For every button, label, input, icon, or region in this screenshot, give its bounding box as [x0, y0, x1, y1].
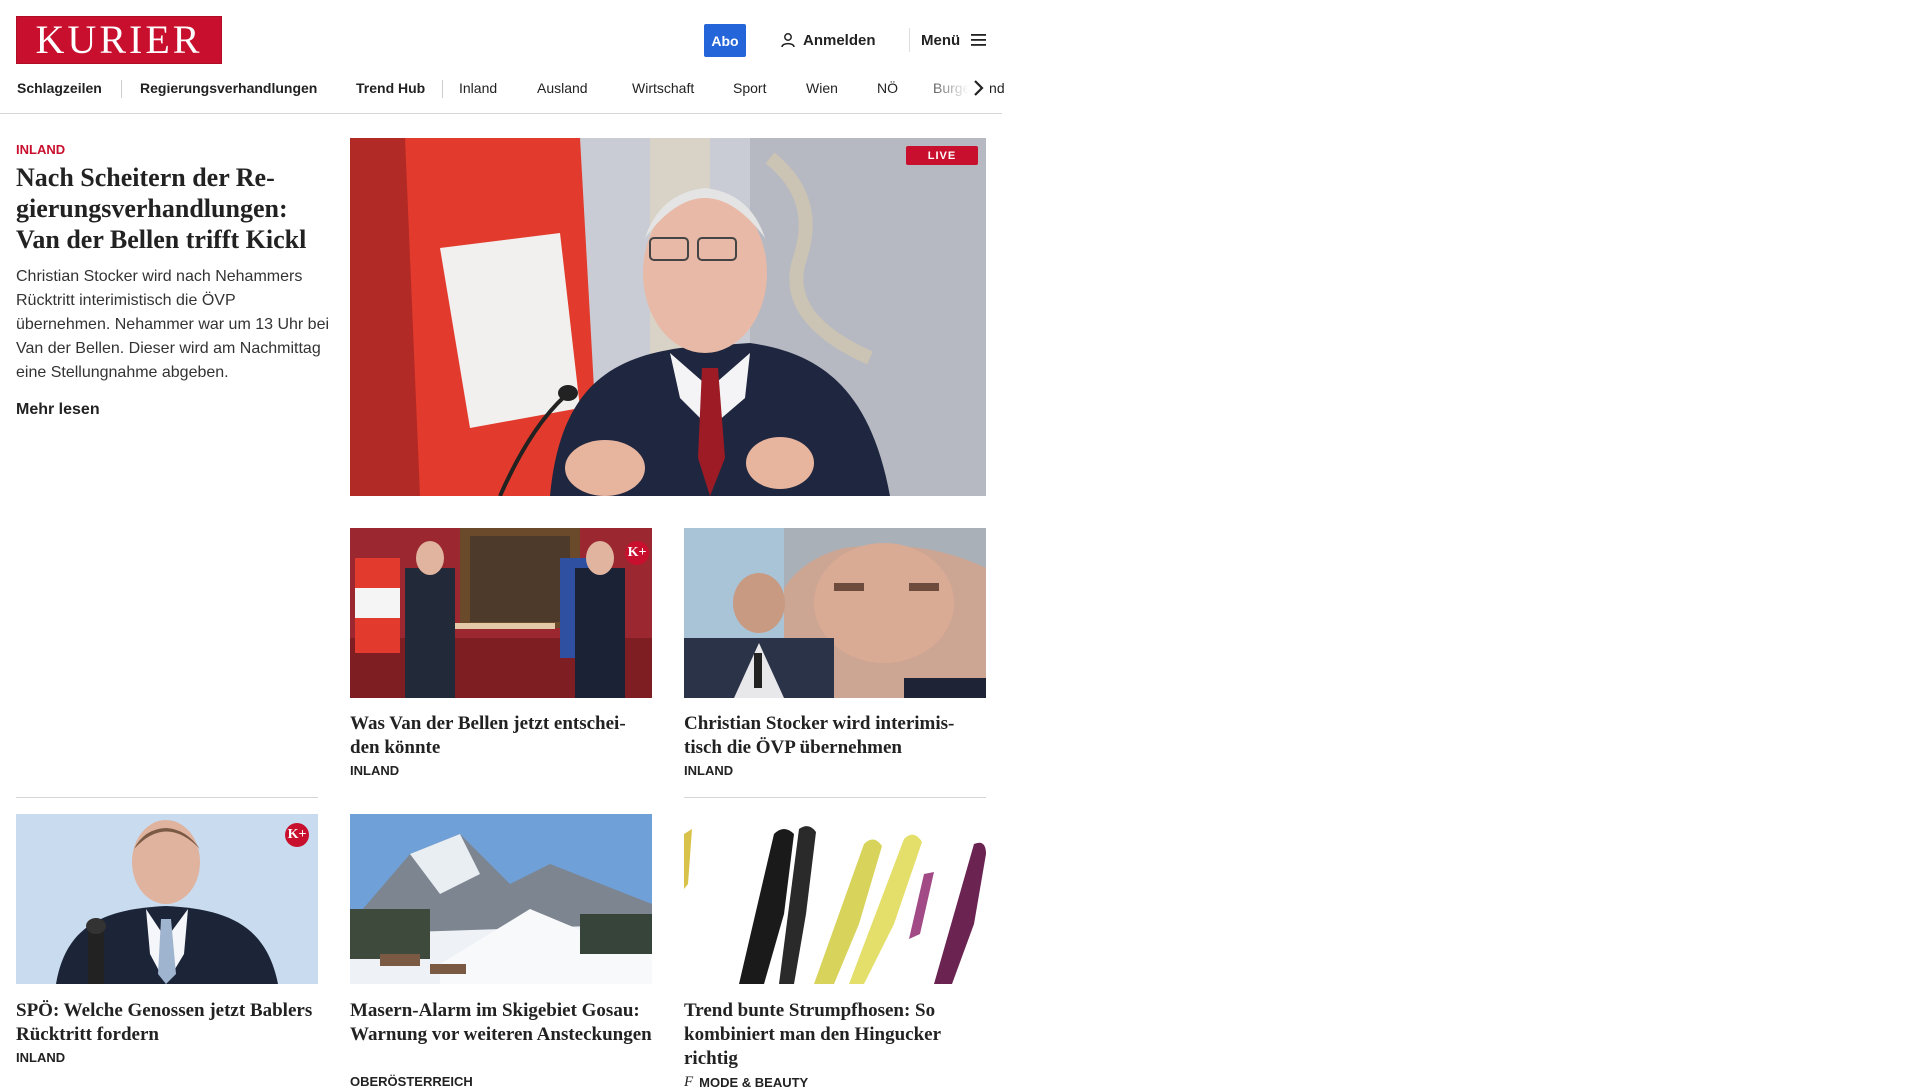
- card-category[interactable]: INLAND: [684, 763, 733, 778]
- login-button[interactable]: Anmelden: [780, 30, 876, 50]
- nav-divider: [442, 80, 443, 98]
- lead-kicker[interactable]: INLAND: [16, 142, 65, 157]
- nav-item-trend-hub[interactable]: Trend Hub: [356, 78, 425, 98]
- card-title[interactable]: Masern-Alarm im Skigebiet Gosau: Warnung…: [350, 999, 652, 1047]
- card-category[interactable]: INLAND: [350, 763, 399, 778]
- nav-item-inland[interactable]: Inland: [459, 78, 497, 98]
- f-icon: f: [684, 1074, 694, 1090]
- menu-button[interactable]: Menü: [921, 30, 988, 50]
- nav-underline: [0, 113, 1002, 114]
- abo-button[interactable]: Abo: [704, 24, 746, 57]
- nav-item-schlagzeilen[interactable]: Schlagzeilen: [17, 78, 102, 98]
- card-category[interactable]: INLAND: [16, 1050, 65, 1065]
- logo-text: KURIER: [35, 17, 203, 62]
- card-category-label: MODE & BEAUTY: [699, 1075, 809, 1090]
- header-divider: [909, 28, 910, 52]
- row-divider: [16, 797, 318, 798]
- card-image[interactable]: [684, 528, 986, 698]
- nav-item-ausland[interactable]: Ausland: [537, 78, 588, 98]
- plus-badge: K+: [625, 541, 649, 565]
- hamburger-icon: [971, 34, 987, 46]
- card-image[interactable]: [684, 814, 986, 984]
- read-more-link[interactable]: Mehr lesen: [16, 401, 100, 419]
- card-category[interactable]: OBERÖSTERREICH: [350, 1074, 473, 1089]
- lead-teaser: Christian Stocker wird nach Nehammers Rü…: [16, 268, 330, 381]
- kurier-logo[interactable]: KURIER: [16, 16, 222, 64]
- nav-item-regierungsverhandlungen[interactable]: Regierungsverhandlungen: [140, 78, 317, 98]
- nav-divider: [121, 80, 122, 98]
- nav-item-wirtschaft[interactable]: Wirtschaft: [632, 78, 694, 98]
- lead-image[interactable]: [350, 138, 986, 496]
- card-category[interactable]: f MODE & BEAUTY: [684, 1074, 808, 1091]
- chevron-right-icon: [974, 80, 984, 96]
- card-image[interactable]: [350, 528, 652, 698]
- card-image[interactable]: [16, 814, 318, 984]
- plus-badge: K+: [285, 823, 309, 847]
- row-divider: [684, 797, 986, 798]
- menu-label: Menü: [921, 31, 961, 49]
- card-title[interactable]: Was Van der Bellen jetzt entschei-den kö…: [350, 712, 652, 760]
- user-icon: [781, 33, 795, 48]
- nav-item-noe[interactable]: NÖ: [877, 78, 898, 98]
- login-label: Anmelden: [803, 31, 876, 49]
- lead-title[interactable]: Nach Scheitern der Re-gierungsverhandlun…: [16, 162, 336, 255]
- card-title[interactable]: SPÖ: Welche Genossen jetzt Bablers Rückt…: [16, 999, 318, 1047]
- nav-item-wien[interactable]: Wien: [806, 78, 838, 98]
- card-title[interactable]: Trend bunte Strumpfhosen: So kombiniert …: [684, 999, 986, 1071]
- card-image[interactable]: [350, 814, 652, 984]
- nav-item-sport[interactable]: Sport: [733, 78, 766, 98]
- nav-next-button[interactable]: [966, 76, 990, 100]
- section-nav: Schlagzeilen Regierungsverhandlungen Tre…: [16, 78, 1006, 98]
- live-badge: LIVE: [906, 146, 978, 165]
- card-title[interactable]: Christian Stocker wird interimis-tisch d…: [684, 712, 986, 760]
